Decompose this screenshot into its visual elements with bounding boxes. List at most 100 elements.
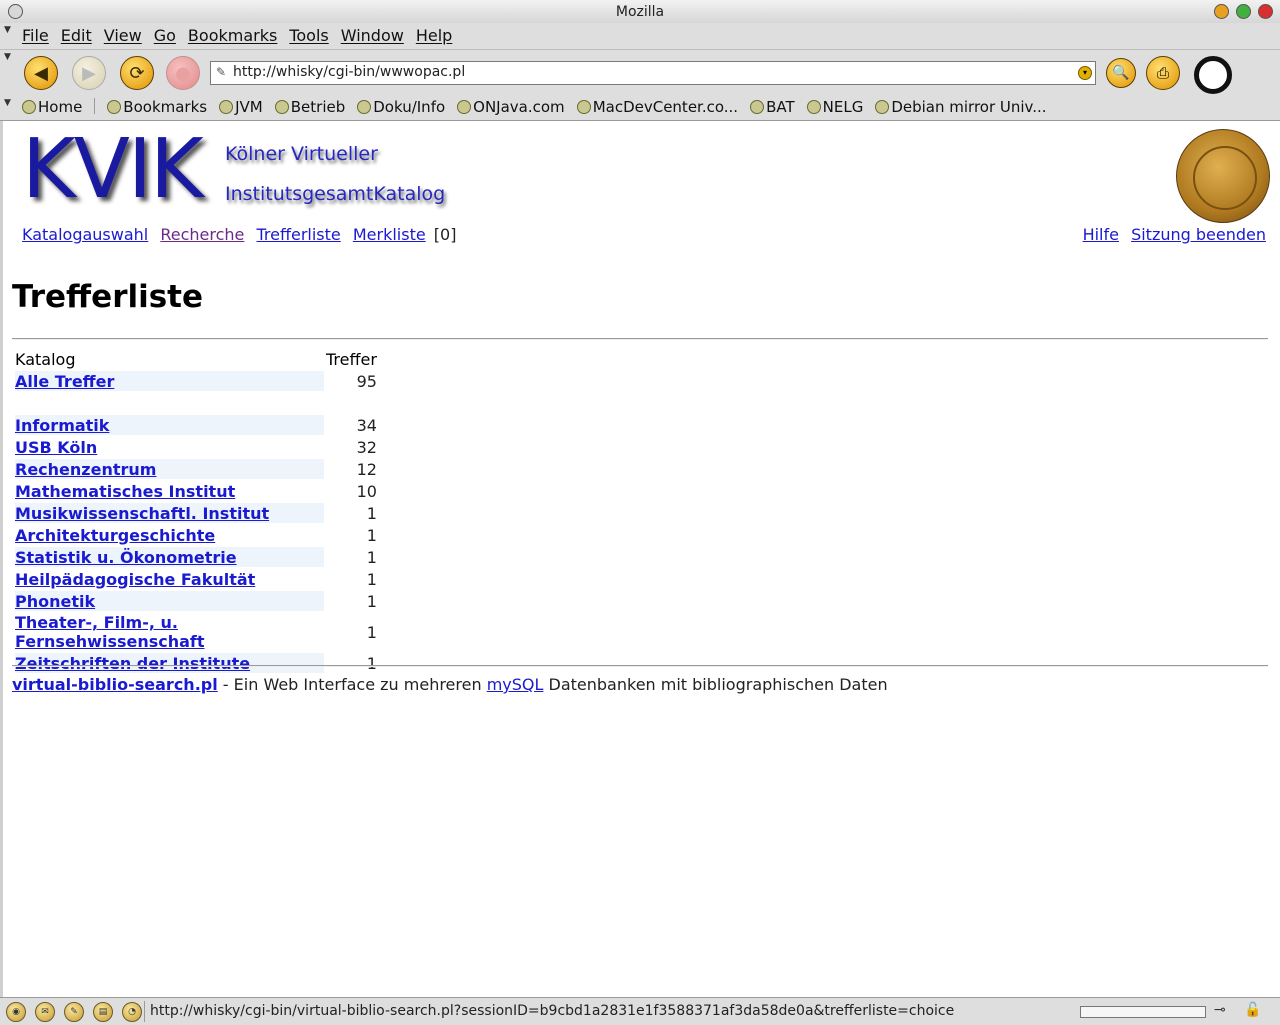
search-button[interactable]: 🔍: [1106, 58, 1136, 88]
table-row: Statistik u. Ökonometrie 1: [15, 547, 377, 567]
table-row-all: Alle Treffer 95: [15, 371, 377, 391]
hit-count: 12: [356, 459, 377, 479]
footer-text-2: Datenbanken mit bibliographischen Daten: [543, 675, 888, 694]
personal-toolbar: ▼ Home Bookmarks JVM Betrieb Doku/Info O…: [0, 96, 1280, 121]
menu-go[interactable]: Go: [154, 26, 176, 45]
bookmark-onjava[interactable]: ONJava.com: [457, 98, 565, 116]
hit-count: 1: [366, 503, 377, 523]
table-row: Musikwissenschaftl. Institut 1: [15, 503, 377, 523]
bookmark-bat[interactable]: BAT: [750, 98, 795, 116]
print-button[interactable]: ⎙: [1146, 56, 1180, 90]
nav-merkliste-link[interactable]: Merkliste: [353, 225, 426, 244]
bookmark-folder-icon: [357, 100, 372, 114]
bookmark-folder-icon: [274, 100, 289, 114]
divider: [12, 665, 1268, 667]
window-title: Mozilla: [615, 4, 665, 20]
catalog-link-rechenzentrum[interactable]: Rechenzentrum: [15, 460, 156, 479]
results-table: Katalog Treffer Alle Treffer 95 Informat…: [13, 347, 379, 675]
maximize-button[interactable]: [1236, 4, 1251, 19]
back-button[interactable]: ◀: [24, 56, 58, 90]
header-treffer: Treffer: [326, 349, 377, 369]
page-content: KVIK Kölner Virtueller InstitutsgesamtKa…: [0, 121, 1280, 997]
alle-treffer-link[interactable]: Alle Treffer: [15, 372, 114, 391]
bookmark-doku-info[interactable]: Doku/Info: [357, 98, 445, 116]
status-bar: ◉ ✉ ✎ ▤ ◔ http://whisky/cgi-bin/virtual-…: [0, 997, 1280, 1025]
mail-icon[interactable]: ✉: [35, 1002, 55, 1022]
bookmark-folder-icon: [806, 100, 821, 114]
table-row: USB Köln 32: [15, 437, 377, 457]
catalog-link-phonetik[interactable]: Phonetik: [15, 592, 95, 611]
bookmark-home[interactable]: Home: [22, 98, 82, 116]
bookmark-betrieb[interactable]: Betrieb: [274, 98, 345, 116]
table-row: Zeitschriften der Institute 1: [15, 653, 377, 673]
catalog-link-statistik[interactable]: Statistik u. Ökonometrie: [15, 548, 237, 567]
bookmark-folder-icon: [107, 100, 122, 114]
close-button[interactable]: [1258, 4, 1273, 19]
menubar-grip-icon[interactable]: ▼: [4, 25, 11, 35]
url-input[interactable]: [233, 63, 1073, 81]
navbar-grip-icon[interactable]: ▼: [4, 52, 11, 62]
forward-button[interactable]: ▶: [72, 56, 106, 90]
bookmark-nelg[interactable]: NELG: [806, 98, 863, 116]
bookmark-jvm[interactable]: JVM: [219, 98, 263, 116]
hit-count: 1: [366, 547, 377, 567]
table-spacer: [15, 393, 377, 413]
menu-window[interactable]: Window: [341, 26, 404, 45]
hit-count: 1: [366, 525, 377, 545]
reload-button[interactable]: ⟳: [120, 56, 154, 90]
menu-file[interactable]: File: [22, 26, 49, 45]
bookmark-debian-mirror[interactable]: Debian mirror Univ...: [875, 98, 1047, 116]
menu-view[interactable]: View: [104, 26, 142, 45]
hit-count: 1: [366, 653, 377, 673]
catalog-link-usb-koeln[interactable]: USB Köln: [15, 438, 97, 457]
url-history-dropdown-icon[interactable]: ▾: [1078, 66, 1092, 80]
mysql-link[interactable]: mySQL: [487, 675, 544, 694]
sitzung-beenden-link[interactable]: Sitzung beenden: [1131, 225, 1266, 244]
table-row: Phonetik 1: [15, 591, 377, 611]
minimize-button[interactable]: [1214, 4, 1229, 19]
nav-katalogauswahl-link[interactable]: Katalogauswahl: [22, 225, 148, 244]
catalog-link-mathematisches-institut[interactable]: Mathematisches Institut: [15, 482, 235, 501]
window-titlebar: Mozilla: [0, 0, 1280, 24]
security-lock-icon: 🔓: [1244, 1002, 1262, 1018]
page-footer: virtual-biblio-search.pl - Ein Web Inter…: [12, 675, 888, 694]
script-link[interactable]: virtual-biblio-search.pl: [12, 675, 218, 694]
table-row: Mathematisches Institut 10: [15, 481, 377, 501]
bookmark-macdevcenter[interactable]: MacDevCenter.co...: [576, 98, 738, 116]
bookmark-icon: [875, 100, 890, 114]
personal-toolbar-grip-icon[interactable]: ▼: [4, 98, 11, 108]
catalog-link-heilpaedagogische-fakultaet[interactable]: Heilpädagogische Fakultät: [15, 570, 255, 589]
divider: [12, 338, 1268, 340]
hit-count: 34: [356, 415, 377, 435]
bookmark-bookmarks[interactable]: Bookmarks: [107, 98, 207, 116]
stop-button[interactable]: ●: [166, 56, 200, 90]
catalog-link-architekturgeschichte[interactable]: Architekturgeschichte: [15, 526, 215, 545]
catalog-link-musikwissenschaftl-institut[interactable]: Musikwissenschaftl. Institut: [15, 504, 269, 523]
page-title: Trefferliste: [12, 279, 204, 315]
page-nav-right: Hilfe Sitzung beenden: [1076, 225, 1266, 244]
hit-count: 32: [356, 437, 377, 457]
bookmark-icon: [576, 100, 591, 114]
nav-trefferliste-link[interactable]: Trefferliste: [256, 225, 340, 244]
url-bar: ✎ ▾: [210, 61, 1096, 85]
throbber-icon[interactable]: [1194, 56, 1232, 94]
table-row: Rechenzentrum 12: [15, 459, 377, 479]
navigator-icon[interactable]: ◉: [6, 1002, 26, 1022]
composer-icon[interactable]: ✎: [64, 1002, 84, 1022]
status-divider: [144, 1001, 145, 1022]
online-status-icon[interactable]: ⊸: [1214, 1002, 1226, 1018]
hilfe-link[interactable]: Hilfe: [1083, 225, 1119, 244]
navigation-toolbar: ▼ ◀ ▶ ⟳ ● ✎ ▾ 🔍 ⎙: [0, 50, 1280, 97]
page-proxy-icon[interactable]: ✎: [216, 65, 226, 79]
catalog-link-informatik[interactable]: Informatik: [15, 416, 109, 435]
nav-recherche-link[interactable]: Recherche: [160, 225, 244, 244]
address-book-icon[interactable]: ▤: [93, 1002, 113, 1022]
catalog-link-theater-film-fernsehwissenschaft[interactable]: Theater-, Film-, u. Fernsehwissenschaft: [15, 613, 205, 651]
menu-bookmarks[interactable]: Bookmarks: [188, 26, 277, 45]
catalog-link-zeitschriften-der-institute[interactable]: Zeitschriften der Institute: [15, 654, 250, 673]
menu-help[interactable]: Help: [416, 26, 452, 45]
menu-tools[interactable]: Tools: [289, 26, 328, 45]
chat-icon[interactable]: ◔: [122, 1002, 142, 1022]
hit-count: 1: [366, 591, 377, 611]
menu-edit[interactable]: Edit: [61, 26, 92, 45]
